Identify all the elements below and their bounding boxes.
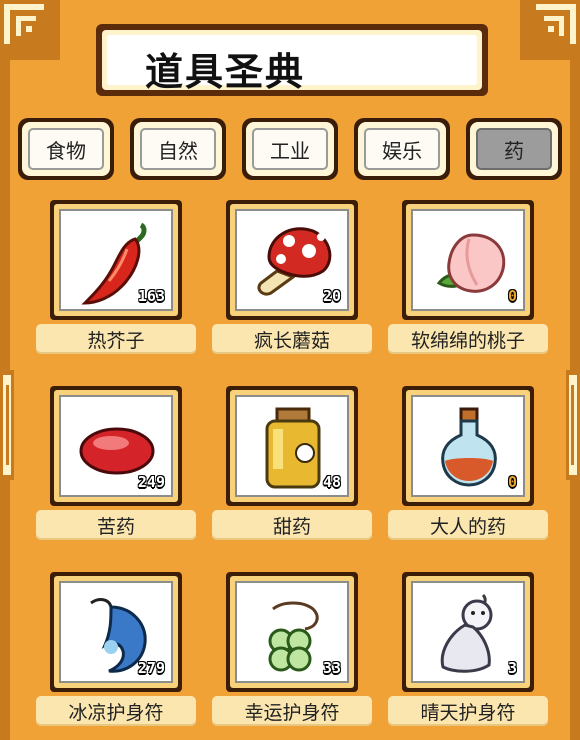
tab-label: 自然	[140, 128, 216, 170]
tab-label: 药	[476, 128, 552, 170]
item-slot[interactable]: 249 苦药	[36, 386, 196, 546]
item-slot[interactable]: 0 大人的药	[388, 386, 548, 546]
item-name: 冰凉护身符	[36, 696, 196, 726]
tab-entertainment[interactable]: 娱乐	[354, 118, 450, 180]
item-count: 20	[322, 287, 341, 305]
peach-icon	[436, 233, 506, 293]
tab-medicine[interactable]: 药	[466, 118, 562, 180]
teru-teru-bozu-icon	[440, 593, 493, 673]
item-name: 软绵绵的桃子	[388, 324, 548, 354]
corner-ornament-icon	[0, 0, 60, 60]
category-tabs: 食物 自然 工业 娱乐 药	[18, 118, 562, 182]
item-slot[interactable]: 3 晴天护身符	[388, 572, 548, 732]
tab-industry[interactable]: 工业	[242, 118, 338, 180]
side-ornament-icon	[566, 370, 580, 480]
item-name: 热芥子	[36, 324, 196, 354]
corner-ornament-icon	[520, 0, 580, 60]
item-name: 甜药	[212, 510, 372, 540]
item-slot[interactable]: 48 甜药	[212, 386, 372, 546]
page-title: 道具圣典	[145, 50, 306, 94]
item-count: 163	[137, 287, 165, 305]
item-count: 33	[322, 659, 341, 677]
item-slot[interactable]: 33 幸运护身符	[212, 572, 372, 732]
item-count: 279	[137, 659, 165, 677]
side-ornament-icon	[0, 370, 14, 480]
item-name: 疯长蘑菇	[212, 324, 372, 354]
title-banner: 道具圣典	[96, 24, 488, 96]
item-count: 0	[507, 287, 517, 305]
item-slot[interactable]: 0 软绵绵的桃子	[388, 200, 548, 360]
item-count: 249	[137, 473, 165, 491]
item-slot[interactable]: 279 冰凉护身符	[36, 572, 196, 732]
tab-label: 食物	[28, 128, 104, 170]
tab-label: 工业	[252, 128, 328, 170]
item-slot[interactable]: 163 热芥子	[36, 200, 196, 360]
tab-nature[interactable]: 自然	[130, 118, 226, 180]
item-count: 3	[507, 659, 517, 677]
item-slot[interactable]: 20 疯长蘑菇	[212, 200, 372, 360]
potion-bottle-icon	[441, 407, 497, 487]
item-name: 大人的药	[388, 510, 548, 540]
tab-food[interactable]: 食物	[18, 118, 114, 180]
tab-label: 娱乐	[364, 128, 440, 170]
item-name: 苦药	[36, 510, 196, 540]
item-count: 0	[507, 473, 517, 491]
item-count: 48	[322, 473, 341, 491]
item-name: 幸运护身符	[212, 696, 372, 726]
item-name: 晴天护身符	[388, 696, 548, 726]
